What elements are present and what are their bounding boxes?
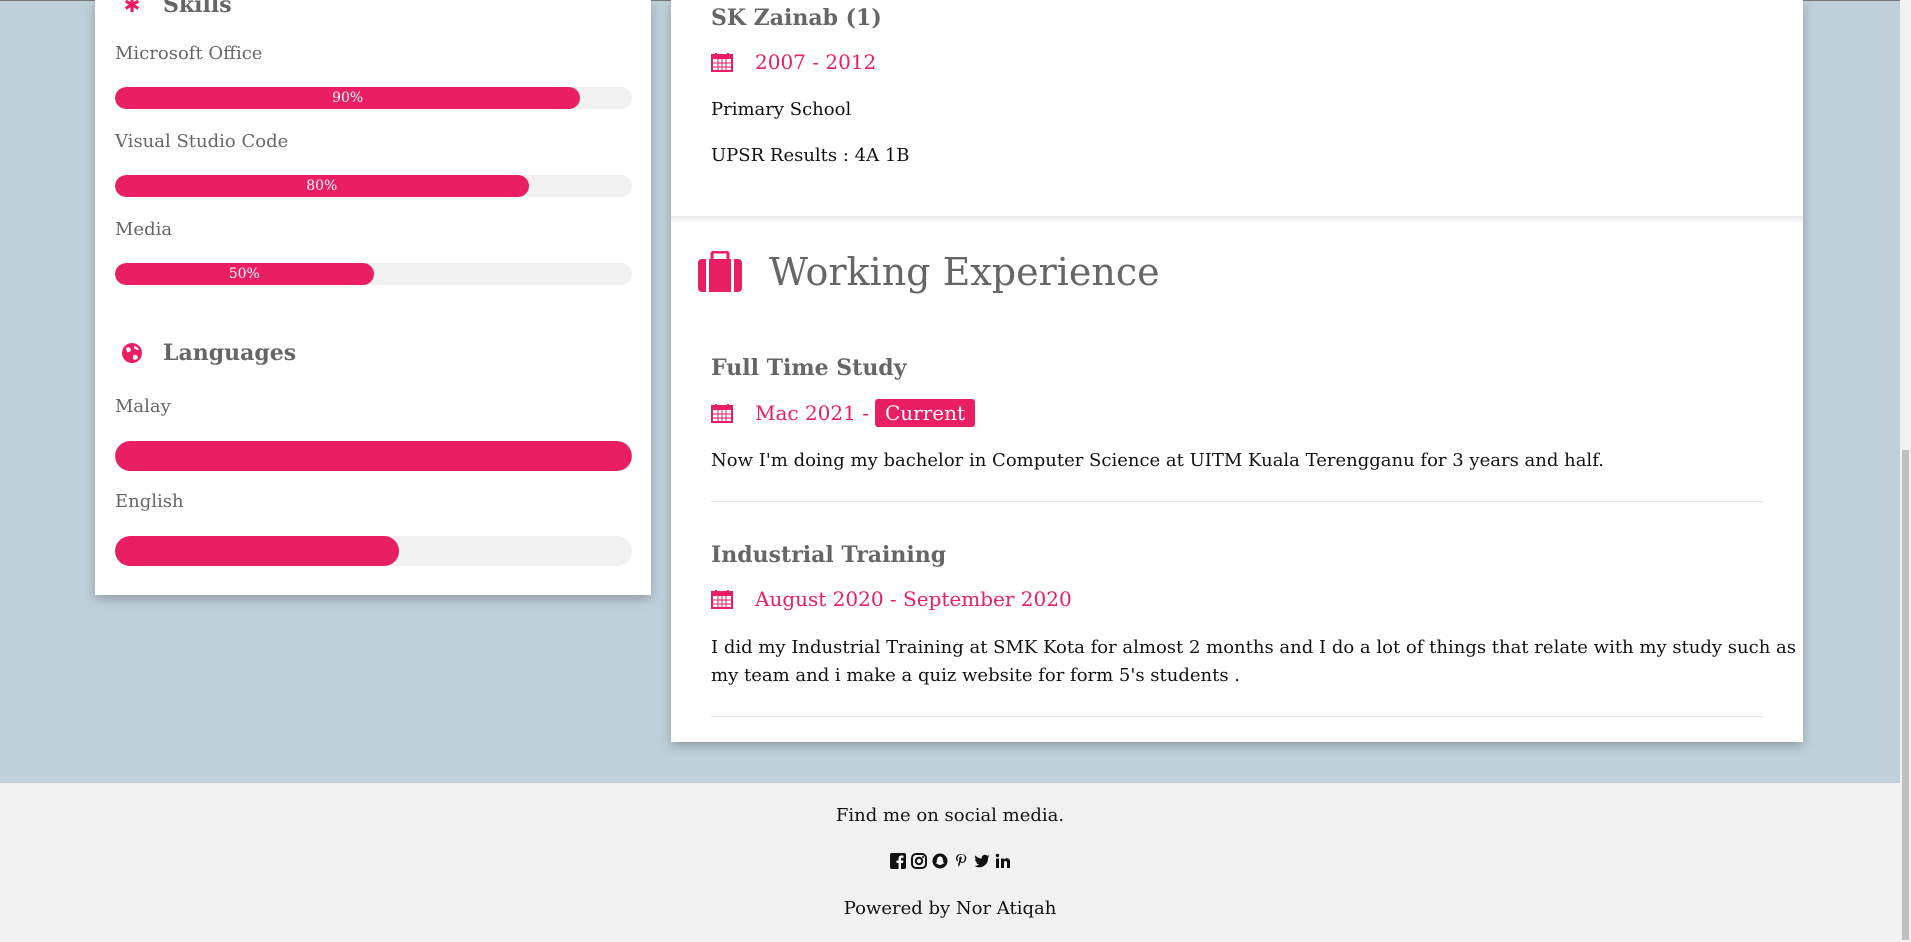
- content-card: SK Zainab (1) 2007 - 2012 Primary School…: [671, 0, 1803, 742]
- skill-bar-fill-vscode: 80%: [115, 175, 529, 197]
- linkedin-icon[interactable]: [994, 852, 1012, 870]
- skills-header: ✱ Skills: [115, 0, 232, 18]
- skill-label-office: Microsoft Office: [115, 43, 263, 64]
- twitter-icon[interactable]: [973, 852, 991, 870]
- skill-bar-office: 90%: [115, 87, 632, 109]
- language-bar-malay: [115, 441, 632, 471]
- social-icons: [0, 852, 1900, 870]
- globe-icon: [115, 342, 149, 364]
- skill-bar-vscode: 80%: [115, 175, 632, 197]
- skill-bar-media: 50%: [115, 263, 632, 285]
- calendar-icon: [711, 590, 733, 609]
- calendar-icon: [711, 404, 733, 423]
- experience-item-description-line2: my team and i make a quiz website for fo…: [711, 665, 1241, 686]
- education-item-date: 2007 - 2012: [755, 50, 877, 74]
- instagram-icon[interactable]: [910, 852, 928, 870]
- experience-item-title: Full Time Study: [711, 355, 907, 381]
- briefcase-icon: [698, 251, 742, 292]
- experience-item-date: Mac 2021 -: [755, 401, 869, 425]
- vertical-scrollbar[interactable]: [1900, 0, 1911, 942]
- skill-bar-fill-office: 90%: [115, 87, 581, 109]
- education-item-level: Primary School: [711, 99, 852, 120]
- language-label-malay: Malay: [115, 396, 171, 417]
- pinterest-icon[interactable]: [952, 852, 970, 870]
- scrollbar-thumb[interactable]: [1902, 450, 1909, 940]
- current-badge: Current: [874, 399, 976, 427]
- section-divider: [671, 216, 1803, 224]
- education-item-title: SK Zainab (1): [711, 5, 882, 31]
- experience-title: Working Experience: [769, 250, 1160, 294]
- footer-find-text: Find me on social media.: [835, 805, 1065, 826]
- asterisk-icon: ✱: [123, 0, 141, 17]
- skills-title: Skills: [163, 0, 232, 18]
- languages-title: Languages: [163, 340, 297, 366]
- experience-header: Working Experience: [697, 250, 1160, 294]
- experience-item-date: August 2020 - September 2020: [755, 587, 1072, 611]
- skill-label-vscode: Visual Studio Code: [115, 131, 289, 152]
- experience-item-date-row: Mac 2021 - Current: [711, 399, 976, 427]
- skill-label-media: Media: [115, 219, 173, 240]
- languages-header: Languages: [115, 340, 296, 366]
- language-bar-english: [115, 536, 632, 566]
- language-label-english: English: [115, 491, 184, 512]
- skill-bar-fill-media: 50%: [115, 263, 374, 285]
- experience-item-date-row: August 2020 - September 2020: [711, 587, 1072, 611]
- experience-item-description: Now I'm doing my bachelor in Computer Sc…: [711, 450, 1604, 471]
- language-bar-fill-malay: [115, 441, 632, 471]
- skills-card: ✱ Skills Microsoft Office 90% Visual Stu…: [95, 0, 651, 595]
- item-divider: [711, 716, 1763, 717]
- facebook-icon[interactable]: [889, 852, 907, 870]
- item-divider: [711, 501, 1763, 502]
- snapchat-icon[interactable]: [931, 852, 949, 870]
- footer-powered-text: Powered by Nor Atiqah: [843, 898, 1057, 919]
- language-bar-fill-english: [115, 536, 400, 566]
- education-item-date-row: 2007 - 2012: [711, 50, 876, 74]
- calendar-icon: [711, 53, 733, 72]
- experience-item-title: Industrial Training: [711, 542, 947, 568]
- experience-item-description-line1: I did my Industrial Training at SMK Kota…: [711, 637, 1797, 658]
- education-item-results: UPSR Results : 4A 1B: [711, 145, 910, 166]
